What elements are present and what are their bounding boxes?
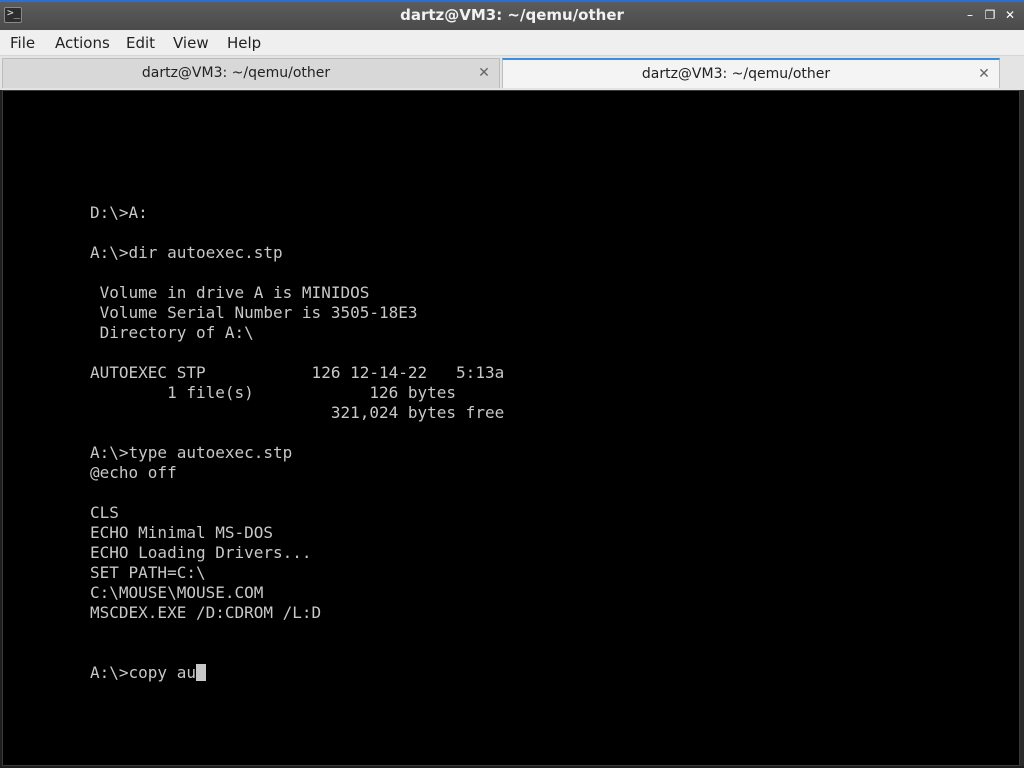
menu-help[interactable]: Help: [227, 34, 261, 52]
terminal-line: Directory of A:\: [90, 323, 254, 342]
terminal-line: Volume in drive A is MINIDOS: [90, 283, 370, 302]
menu-bar: File Actions Edit View Help: [0, 30, 1024, 56]
terminal-line: 1 file(s) 126 bytes: [90, 383, 457, 402]
restore-button[interactable]: ❐: [982, 7, 998, 23]
tab-label: dartz@VM3: ~/qemu/other: [141, 65, 331, 81]
title-bar: >_ dartz@VM3: ~/qemu/other – ❐ ✕: [0, 0, 1024, 30]
terminal-line: SET PATH=C:\: [90, 563, 206, 582]
menu-file[interactable]: File: [10, 34, 35, 52]
tab-bar: dartz@VM3: ~/qemu/other ✕ dartz@VM3: ~/q…: [0, 56, 1024, 90]
terminal-line: C:\MOUSE\MOUSE.COM: [90, 583, 264, 602]
tab-terminal-1[interactable]: dartz@VM3: ~/qemu/other ✕: [2, 58, 500, 88]
terminal-line: D:\>A:: [90, 203, 148, 222]
terminal-line: MSCDEX.EXE /D:CDROM /L:D: [90, 603, 322, 622]
scrollbar[interactable]: [1020, 90, 1024, 766]
terminal-line: 321,024 bytes free: [90, 403, 505, 422]
window-title: dartz@VM3: ~/qemu/other: [400, 6, 624, 24]
terminal-line: A:\>dir autoexec.stp: [90, 243, 283, 262]
close-icon[interactable]: ✕: [977, 60, 991, 88]
tab-label: dartz@VM3: ~/qemu/other: [641, 66, 831, 82]
terminal-line: CLS: [90, 503, 119, 522]
prompt-line[interactable]: A:\>copy au: [90, 663, 504, 683]
close-icon[interactable]: ✕: [477, 59, 491, 87]
menu-edit[interactable]: Edit: [126, 34, 155, 52]
text-cursor: [195, 664, 206, 681]
minimize-button[interactable]: –: [962, 7, 978, 23]
terminal-line: AUTOEXEC STP 126 12-14-22 5:13a: [90, 363, 505, 382]
terminal-line: ECHO Loading Drivers...: [90, 543, 312, 562]
menu-view[interactable]: View: [173, 34, 209, 52]
terminal-line: ECHO Minimal MS-DOS: [90, 523, 274, 542]
terminal-line: @echo off: [90, 463, 177, 482]
prompt-input: A:\>copy au: [90, 663, 196, 682]
terminal-line: A:\>type autoexec.stp: [90, 443, 293, 462]
terminal-line: Volume Serial Number is 3505-18E3: [90, 303, 418, 322]
tab-terminal-2[interactable]: dartz@VM3: ~/qemu/other ✕: [502, 58, 1000, 88]
terminal-output: D:\>A: A:\>dir autoexec.stp Volume in dri…: [90, 103, 504, 683]
close-button[interactable]: ✕: [1002, 7, 1018, 23]
menu-actions[interactable]: Actions: [55, 34, 110, 52]
